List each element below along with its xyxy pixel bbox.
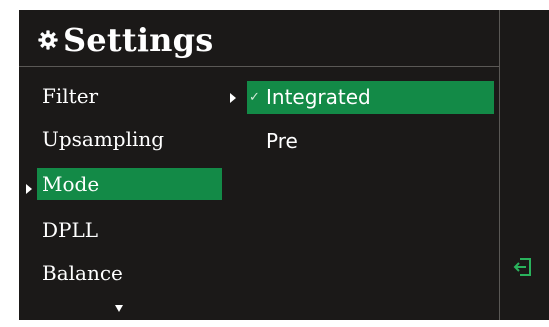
- menu-item-dpll[interactable]: DPLL: [37, 214, 222, 246]
- page-title: Settings: [63, 21, 214, 59]
- option-label: Integrated: [266, 85, 371, 109]
- gear-icon: [37, 29, 59, 51]
- submenu-pointer-icon: [230, 93, 236, 103]
- option-integrated[interactable]: ✓ Integrated: [247, 81, 494, 114]
- selection-pointer-icon: [26, 184, 32, 194]
- menu-item-upsampling[interactable]: Upsampling: [37, 123, 222, 155]
- menu-item-label: Upsampling: [42, 127, 165, 151]
- option-label: Pre: [266, 129, 298, 153]
- scroll-down-icon[interactable]: [115, 305, 123, 312]
- settings-screen: Settings Filter Upsampling Mode DPLL Bal…: [19, 10, 500, 320]
- menu-item-label: Filter: [42, 84, 99, 108]
- menu-item-label: Mode: [42, 172, 100, 196]
- menu-item-label: DPLL: [42, 218, 99, 242]
- menu-item-mode[interactable]: Mode: [37, 168, 222, 200]
- settings-header: Settings: [19, 10, 499, 67]
- menu-item-filter[interactable]: Filter: [37, 80, 222, 112]
- menu-item-label: Balance: [42, 261, 123, 285]
- menu-item-balance[interactable]: Balance: [37, 257, 222, 289]
- check-icon: ✓: [249, 90, 260, 105]
- side-panel: [500, 10, 549, 320]
- exit-icon[interactable]: [513, 257, 533, 277]
- option-pre[interactable]: Pre: [247, 125, 494, 158]
